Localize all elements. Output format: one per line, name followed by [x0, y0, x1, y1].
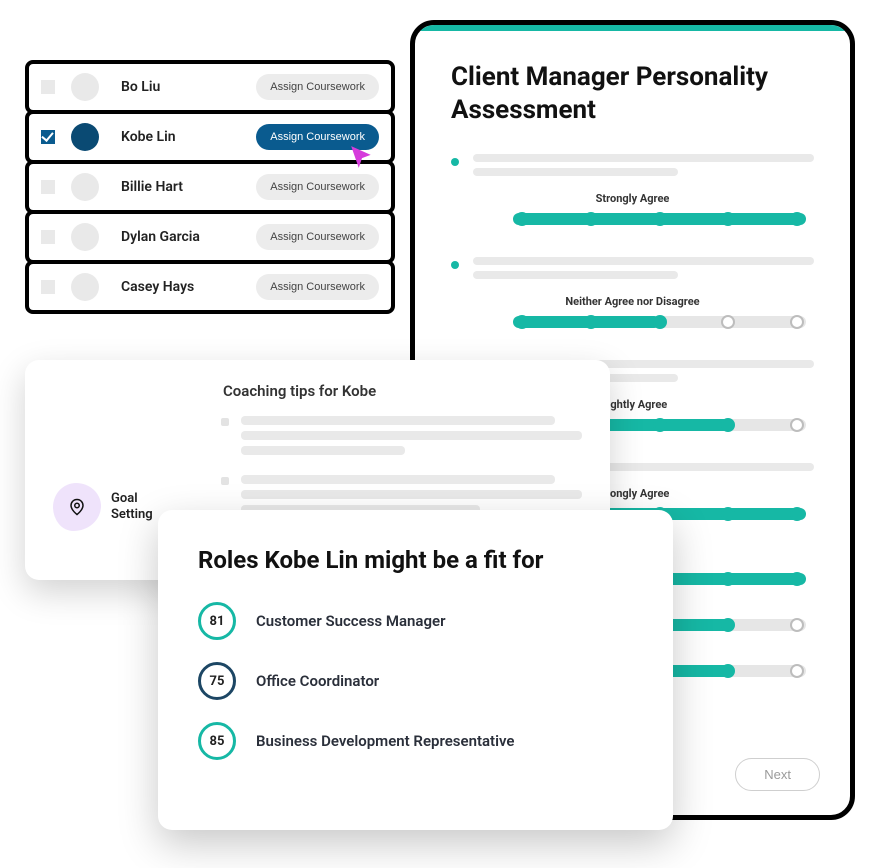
likert-slider[interactable]	[513, 314, 806, 330]
role-row[interactable]: 75 Office Coordinator	[198, 662, 633, 700]
assign-coursework-button[interactable]: Assign Coursework	[256, 74, 379, 100]
role-name: Customer Success Manager	[256, 612, 445, 630]
avatar	[71, 173, 99, 201]
avatar	[71, 273, 99, 301]
tip-item	[221, 416, 582, 461]
checkbox[interactable]	[41, 80, 55, 94]
avatar	[71, 123, 99, 151]
user-row-selected[interactable]: Kobe Lin Assign Coursework	[25, 110, 395, 164]
role-name: Business Development Representative	[256, 732, 514, 750]
avatar	[71, 73, 99, 101]
slider-value-label: Strongly Agree	[451, 192, 814, 205]
fit-score: 75	[210, 674, 225, 689]
assign-coursework-button[interactable]: Assign Coursework	[256, 124, 379, 150]
user-name: Casey Hays	[121, 279, 256, 295]
user-row[interactable]: Casey Hays Assign Coursework	[25, 260, 395, 314]
pin-icon	[68, 498, 86, 516]
user-row[interactable]: Dylan Garcia Assign Coursework	[25, 210, 395, 264]
checkbox[interactable]	[41, 180, 55, 194]
assessment-question: Strongly Agree	[451, 154, 814, 227]
user-row[interactable]: Billie Hart Assign Coursework	[25, 160, 395, 214]
bullet-icon	[221, 418, 229, 426]
bullet-icon	[451, 261, 459, 269]
assign-coursework-button[interactable]: Assign Coursework	[256, 224, 379, 250]
role-row[interactable]: 81 Customer Success Manager	[198, 602, 633, 640]
roles-fit-card: Roles Kobe Lin might be a fit for 81 Cus…	[158, 510, 673, 830]
role-name: Office Coordinator	[256, 672, 379, 690]
user-list: Bo Liu Assign Coursework Kobe Lin Assign…	[25, 60, 395, 310]
assessment-title: Client Manager Personality Assessment	[451, 61, 814, 126]
goal-label: GoalSetting	[111, 491, 153, 522]
user-name: Kobe Lin	[121, 129, 256, 145]
question-text-placeholder	[473, 154, 814, 182]
avatar	[71, 223, 99, 251]
role-row[interactable]: 85 Business Development Representative	[198, 722, 633, 760]
coaching-title: Coaching tips for Kobe	[223, 382, 582, 400]
checkbox[interactable]	[41, 230, 55, 244]
fit-score-ring: 75	[198, 662, 236, 700]
user-name: Bo Liu	[121, 79, 256, 95]
checkbox-checked[interactable]	[41, 130, 55, 144]
goal-blob-icon	[53, 483, 101, 531]
bullet-icon	[451, 158, 459, 166]
user-name: Billie Hart	[121, 179, 256, 195]
bullet-icon	[221, 477, 229, 485]
question-text-placeholder	[473, 257, 814, 285]
fit-score-ring: 81	[198, 602, 236, 640]
assessment-question: Neither Agree nor Disagree	[451, 257, 814, 330]
next-button[interactable]: Next	[735, 758, 820, 791]
user-row[interactable]: Bo Liu Assign Coursework	[25, 60, 395, 114]
checkbox[interactable]	[41, 280, 55, 294]
fit-score: 81	[210, 614, 225, 629]
likert-slider[interactable]	[513, 211, 806, 227]
assign-coursework-button[interactable]: Assign Coursework	[256, 174, 379, 200]
user-name: Dylan Garcia	[121, 229, 256, 245]
roles-title: Roles Kobe Lin might be a fit for	[198, 546, 633, 574]
fit-score: 85	[210, 734, 225, 749]
slider-value-label: Neither Agree nor Disagree	[451, 295, 814, 308]
fit-score-ring: 85	[198, 722, 236, 760]
assign-coursework-button[interactable]: Assign Coursework	[256, 274, 379, 300]
